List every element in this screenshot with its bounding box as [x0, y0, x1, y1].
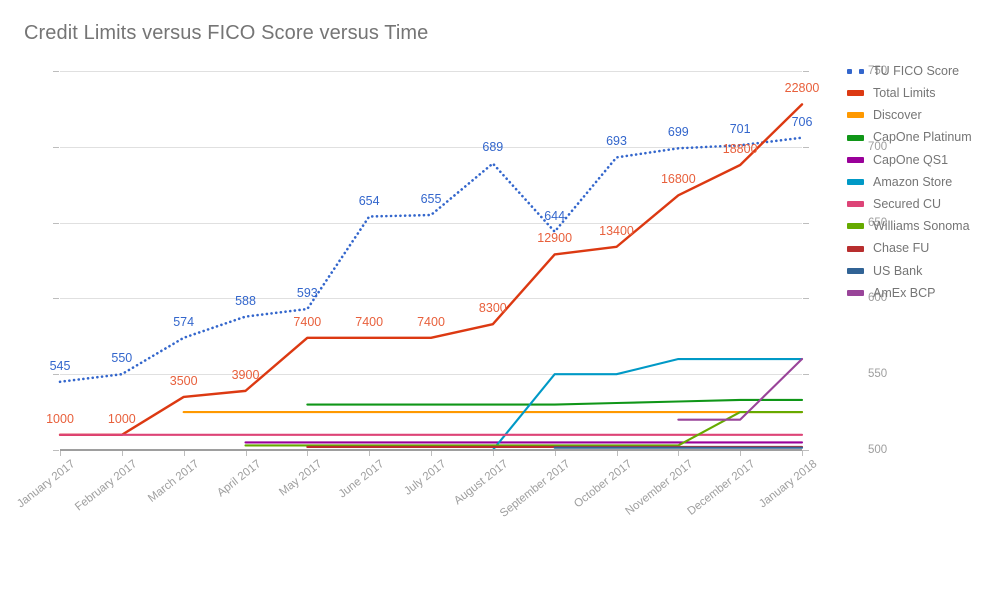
- legend-item-label: CapOne Platinum: [873, 130, 972, 145]
- y-axis-right-tick-label: 550: [868, 368, 888, 381]
- fico-point-label: 574: [173, 314, 195, 329]
- legend-item-label: US Bank: [873, 263, 923, 278]
- total-limits-point-label: 7400: [355, 314, 384, 329]
- legend-item-label: Secured CU: [873, 196, 942, 211]
- y-axis-left-tick: [53, 374, 59, 376]
- legend-swatch-icon: [847, 90, 864, 97]
- legend-swatch-icon: [847, 112, 864, 119]
- total-limits-point-label: 8300: [478, 301, 507, 316]
- fico-point-label: 654: [358, 193, 380, 208]
- chart-legend: TU FICO Score Total Limits Discover CapOne …: [847, 60, 993, 304]
- fico-point-label: 701: [729, 122, 751, 137]
- legend-swatch-icon: [847, 179, 864, 186]
- fico-point-label: 593: [296, 286, 318, 300]
- fico-point-label: 655: [420, 192, 442, 207]
- legend-item-label: Total Limits: [873, 86, 936, 101]
- total-limits-point-label: 22800: [784, 81, 820, 96]
- total-limits-point-label: 18800: [722, 141, 758, 156]
- fico-point-label: 588: [235, 293, 256, 308]
- legend-item-amazon-store[interactable]: Amazon Store: [847, 171, 993, 193]
- legend-swatch-icon: [847, 156, 864, 163]
- series-line: [677, 357, 804, 421]
- legend-swatch-icon: [847, 68, 864, 74]
- x-axis-baseline: [60, 449, 802, 451]
- fico-point-label: 693: [606, 134, 627, 149]
- legend-item-capone-platinum[interactable]: CapOne Platinum: [847, 127, 993, 149]
- fico-point-label: 550: [111, 351, 133, 366]
- legend-swatch-icon: [847, 245, 864, 252]
- fico-point-label: 545: [49, 358, 71, 373]
- y-axis-right-tick: [803, 71, 809, 72]
- legend-item-label: TU FICO Score: [873, 63, 960, 78]
- chart-title: Credit Limits versus FICO Score versus T…: [24, 22, 429, 44]
- y-axis-right-tick: [803, 146, 809, 148]
- fico-point-label: 706: [791, 114, 813, 129]
- legend-swatch-icon: [847, 267, 864, 274]
- legend-item-label: Williams Sonoma: [873, 219, 970, 234]
- total-limits-point-label: 13400: [599, 223, 634, 238]
- total-limits-point-label: 12900: [537, 231, 573, 246]
- chart-card: Credit Limits versus FICO Score versus T…: [0, 0, 999, 554]
- legend-swatch-icon: [847, 289, 864, 296]
- x-axis-tick: [802, 450, 803, 456]
- legend-item-tu-fico-score[interactable]: TU FICO Score: [847, 60, 993, 82]
- legend-item-total-limits[interactable]: Total Limits: [847, 82, 993, 104]
- series-lines: [58, 103, 804, 452]
- y-axis-left-tick: [53, 298, 59, 300]
- y-axis-right-tick: [803, 450, 809, 451]
- total-limits-point-label: 1000: [107, 411, 136, 426]
- total-limits-point-label: 7400: [417, 314, 445, 329]
- y-axis-left-tick: [53, 71, 59, 72]
- legend-item-label: CapOne QS1: [873, 152, 949, 167]
- legend-item-us-bank[interactable]: US Bank: [847, 260, 993, 282]
- y-axis-left-tick: [53, 146, 59, 148]
- series-line: [244, 411, 804, 447]
- legend-item-discover[interactable]: Discover: [847, 104, 993, 126]
- legend-item-williams-sonoma[interactable]: Williams Sonoma: [847, 215, 993, 237]
- y-axis-right-tick: [803, 298, 809, 300]
- total-limits-point-label: 3500: [169, 373, 198, 388]
- legend-item-capone-qs1[interactable]: CapOne QS1: [847, 149, 993, 171]
- y-axis-right-tick-label: 500: [868, 444, 888, 456]
- plot-area: 545 550 574 588 593 654 655 689 644 693 699 701 706 1…: [15, 65, 887, 520]
- legend-swatch-icon: [847, 223, 864, 230]
- total-limits-point-label: 16800: [660, 172, 696, 187]
- y-axis-left-tick: [53, 222, 59, 224]
- total-limits-point-label: 3900: [231, 367, 260, 382]
- legend-item-label: Chase FU: [873, 241, 930, 256]
- y-axis-right-tick: [803, 374, 809, 376]
- total-limits-point-label: 7400: [293, 314, 322, 329]
- fico-point-label: 689: [482, 140, 504, 155]
- legend-swatch-icon: [847, 134, 864, 141]
- legend-item-secured-cu[interactable]: Secured CU: [847, 193, 993, 215]
- fico-point-label: 644: [544, 208, 566, 223]
- fico-point-label: 699: [667, 125, 689, 140]
- legend-item-label: Amazon Store: [873, 174, 953, 189]
- series-line: [306, 398, 804, 406]
- legend-item-label: Discover: [873, 108, 922, 123]
- total-limits-point-label: 1000: [46, 411, 74, 426]
- legend-item-label: AmEx BCP: [873, 285, 936, 300]
- legend-item-chase-fu[interactable]: Chase FU: [847, 238, 993, 260]
- legend-swatch-icon: [847, 201, 864, 208]
- y-axis-left-tick: [53, 450, 59, 451]
- legend-item-amex-bcp[interactable]: AmEx BCP: [847, 282, 993, 304]
- y-axis-right-tick: [803, 222, 809, 224]
